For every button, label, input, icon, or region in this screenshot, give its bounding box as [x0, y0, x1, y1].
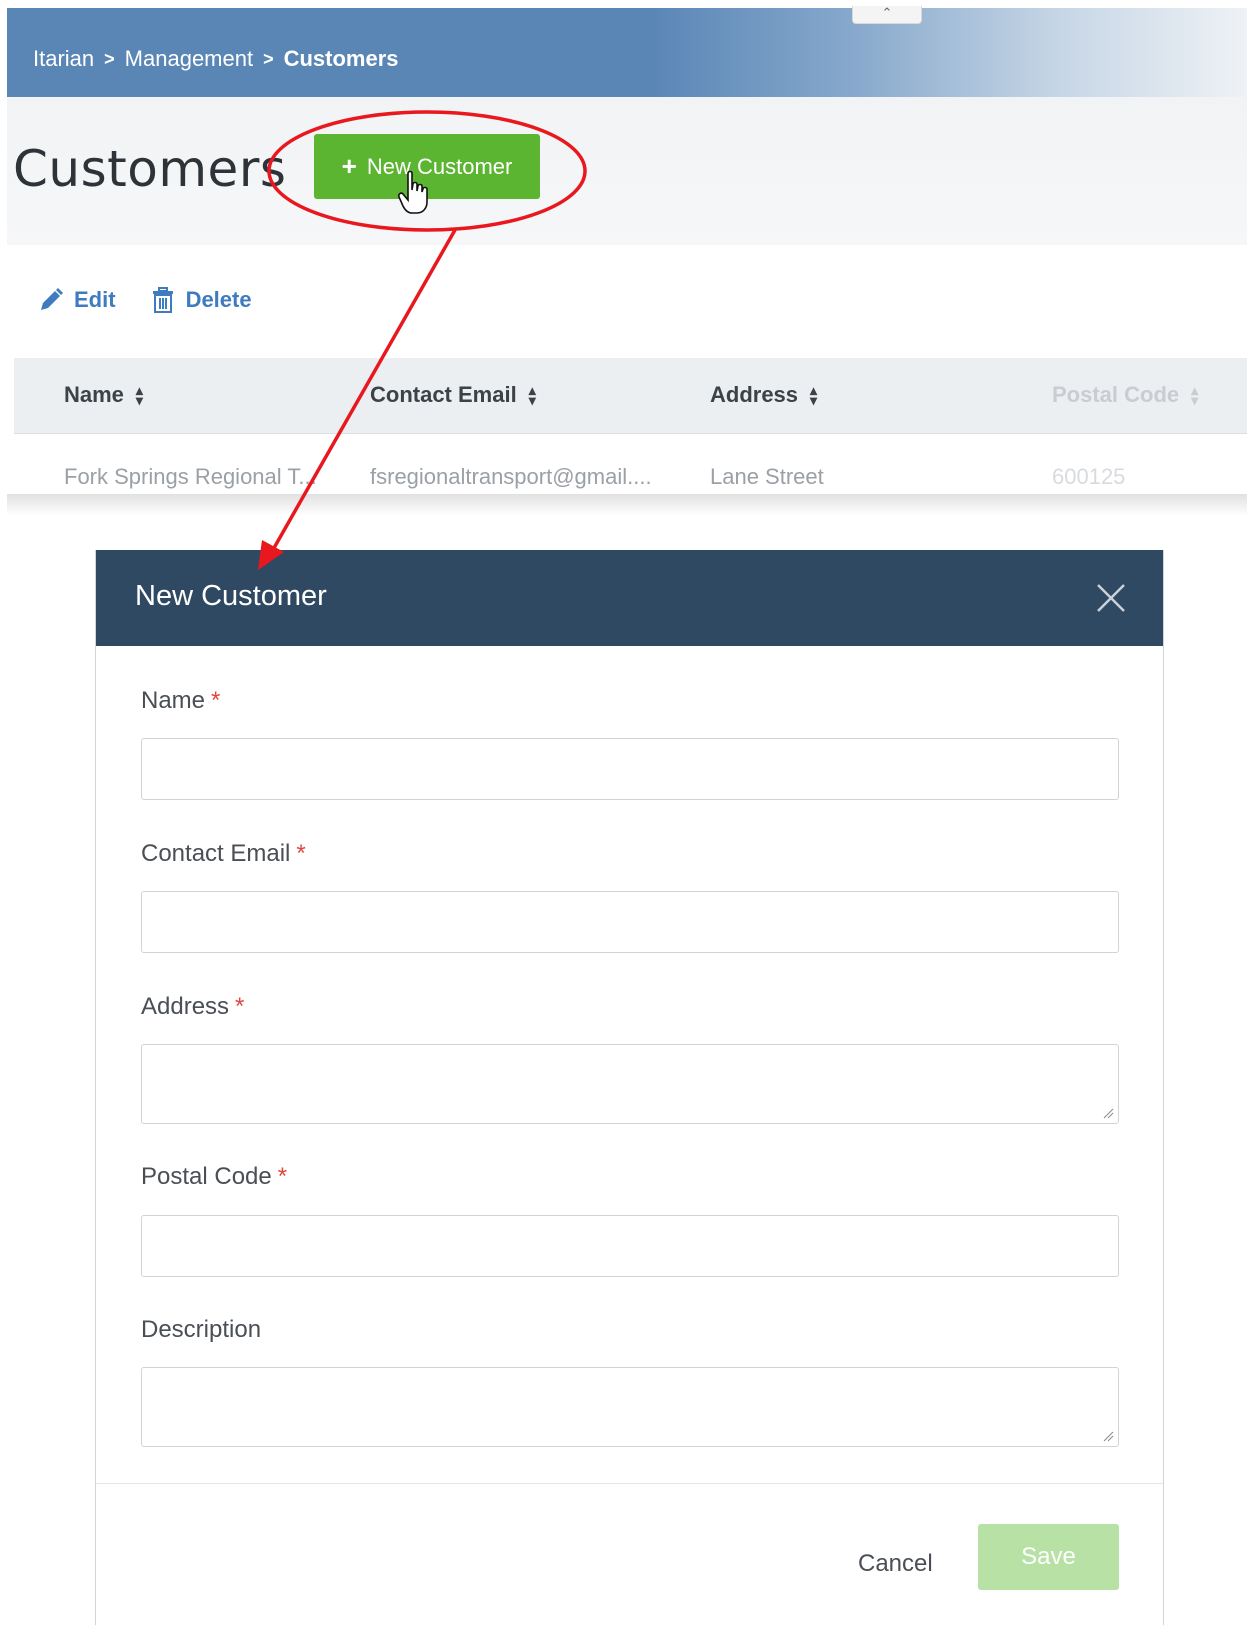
breadcrumb-separator: >	[263, 48, 274, 69]
column-header-address[interactable]: Address ▴ ▾	[710, 382, 817, 408]
save-button[interactable]: Save	[978, 1524, 1119, 1590]
contact-email-input[interactable]	[141, 891, 1119, 953]
chevron-up-icon: ⌃	[881, 5, 893, 20]
plus-icon: +	[341, 151, 357, 181]
breadcrumb-separator: >	[104, 48, 115, 69]
pencil-icon	[41, 288, 63, 310]
hand-cursor-icon	[398, 170, 428, 214]
description-field-label: Description	[141, 1316, 261, 1344]
collapse-header-tab[interactable]: ⌃	[852, 6, 922, 24]
cell-address: Lane Street	[710, 464, 824, 489]
column-header-contact-email[interactable]: Contact Email ▴ ▾	[370, 382, 536, 408]
delete-label: Delete	[185, 287, 252, 312]
table-toolbar: Edit Delete	[38, 287, 252, 313]
required-marker: *	[211, 687, 221, 714]
label-text: Name	[141, 687, 206, 714]
cell-contact-email: fsregionaltransport@gmail....	[370, 464, 652, 489]
close-icon[interactable]	[1095, 582, 1127, 614]
new-customer-button-label: New Customer	[366, 153, 513, 179]
resize-grip-icon[interactable]	[1102, 1430, 1114, 1442]
required-marker: *	[296, 840, 306, 867]
address-field-label: Address *	[141, 993, 244, 1021]
breadcrumb-item-itarian[interactable]: Itarian	[33, 46, 94, 72]
column-header-postal-code[interactable]: Postal Code ▴ ▾	[1052, 382, 1198, 408]
breadcrumb: Itarian > Management > Customers	[33, 46, 399, 72]
edit-button[interactable]: Edit	[38, 287, 116, 313]
label-text: Description	[141, 1316, 262, 1343]
label-text: Address	[141, 993, 230, 1020]
sort-icon: ▴ ▾	[135, 382, 143, 408]
postal-code-input[interactable]	[141, 1215, 1119, 1277]
column-header-name[interactable]: Name ▴ ▾	[64, 382, 143, 408]
cell-name: Fork Springs Regional T...	[64, 464, 317, 489]
breadcrumb-item-management[interactable]: Management	[125, 46, 253, 72]
cancel-button[interactable]: Cancel	[858, 1550, 933, 1578]
name-field-label: Name *	[141, 687, 220, 715]
top-header-bar: Itarian > Management > Customers	[7, 8, 1247, 97]
resize-grip-icon[interactable]	[1102, 1107, 1114, 1119]
column-header-label: Postal Code	[1052, 382, 1180, 407]
trash-icon	[152, 287, 173, 313]
column-header-label: Name	[64, 382, 124, 407]
page-title: Customers	[13, 140, 287, 198]
torn-edge-divider	[7, 494, 1247, 516]
dialog-title: New Customer	[135, 580, 327, 612]
sort-icon: ▴ ▾	[1191, 382, 1199, 408]
description-textarea[interactable]	[141, 1367, 1119, 1447]
delete-button[interactable]: Delete	[150, 287, 252, 313]
label-text: Postal Code	[141, 1163, 272, 1190]
table-header: Name ▴ ▾ Contact Email ▴ ▾ Address ▴ ▾ Post…	[14, 358, 1247, 434]
dialog-footer-divider	[96, 1483, 1163, 1484]
new-customer-dialog: New Customer Name * Contact Email * Addres…	[95, 550, 1164, 1625]
edit-label: Edit	[74, 287, 116, 312]
column-header-label: Address	[710, 382, 799, 407]
dialog-header: New Customer	[96, 550, 1163, 646]
name-input[interactable]	[141, 738, 1119, 800]
column-header-label: Contact Email	[370, 382, 517, 407]
breadcrumb-current: Customers	[283, 46, 399, 71]
address-textarea[interactable]	[141, 1044, 1119, 1124]
sort-icon: ▴ ▾	[810, 382, 818, 408]
required-marker: *	[235, 993, 245, 1020]
postal-code-field-label: Postal Code *	[141, 1163, 287, 1191]
sort-icon: ▴ ▾	[528, 382, 536, 408]
label-text: Contact Email	[141, 840, 291, 867]
cell-postal-code: 600125	[1052, 464, 1126, 489]
contact-email-field-label: Contact Email *	[141, 840, 306, 868]
required-marker: *	[277, 1163, 288, 1190]
